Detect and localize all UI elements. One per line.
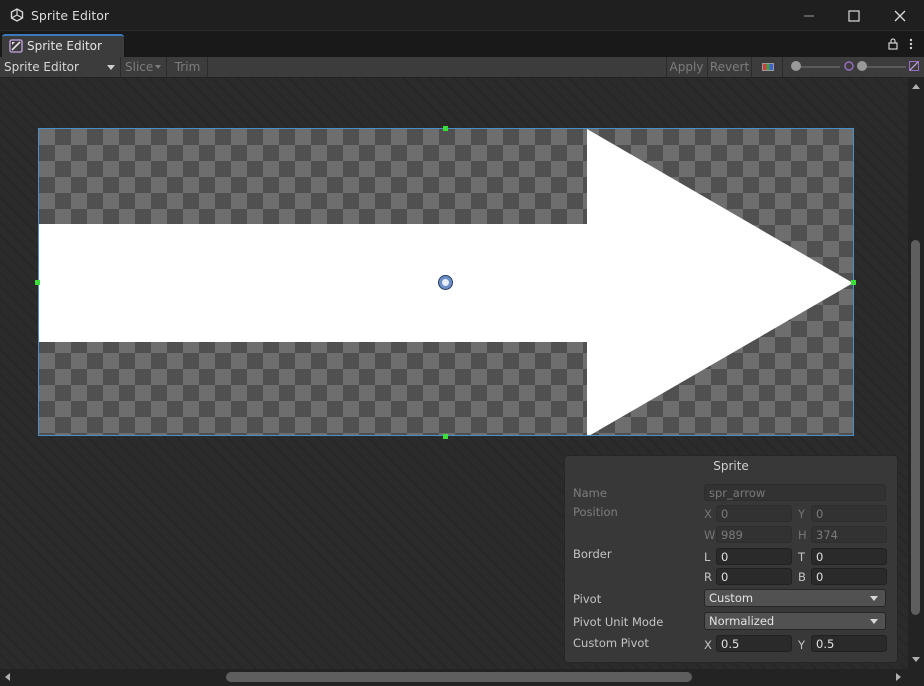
chevron-down-icon bbox=[155, 65, 161, 69]
revert-button[interactable]: Revert bbox=[707, 57, 752, 77]
name-label: Name bbox=[573, 486, 607, 500]
pivot-value: Custom bbox=[709, 591, 754, 605]
tab-sprite-editor[interactable]: Sprite Editor bbox=[2, 34, 124, 57]
left-handle[interactable] bbox=[35, 280, 40, 285]
pivot-unit-mode-value: Normalized bbox=[709, 614, 775, 628]
more-options-icon[interactable] bbox=[908, 38, 914, 50]
chevron-down-icon bbox=[870, 596, 878, 601]
pivot-unit-mode-label: Pivot Unit Mode bbox=[573, 615, 664, 629]
vertical-scroll-thumb[interactable] bbox=[911, 240, 920, 615]
pivot-unit-mode-dropdown[interactable]: Normalized bbox=[704, 612, 886, 630]
border-b-label: B bbox=[798, 570, 806, 584]
border-t-field[interactable]: 0 bbox=[811, 548, 887, 565]
position-y-field[interactable]: 0 bbox=[811, 505, 887, 522]
scroll-right-icon[interactable] bbox=[896, 673, 901, 681]
border-r-label: R bbox=[704, 570, 712, 584]
window-title: Sprite Editor bbox=[31, 8, 110, 23]
minimize-icon bbox=[804, 15, 814, 17]
maximize-button[interactable] bbox=[831, 0, 877, 31]
height-label: H bbox=[798, 528, 807, 542]
vertical-scrollbar[interactable] bbox=[908, 78, 924, 669]
right-handle[interactable] bbox=[851, 280, 856, 285]
custom-pivot-label: Custom Pivot bbox=[573, 636, 649, 650]
mip-slider-handle[interactable] bbox=[857, 61, 867, 71]
chevron-down-icon bbox=[870, 619, 878, 624]
lock-icon[interactable] bbox=[888, 38, 898, 50]
position-x-field[interactable]: 0 bbox=[716, 505, 792, 522]
border-label: Border bbox=[573, 547, 612, 561]
horizontal-scroll-thumb[interactable] bbox=[226, 672, 692, 682]
pivot-dropdown[interactable]: Custom bbox=[704, 589, 886, 607]
border-l-label: L bbox=[704, 550, 711, 564]
close-button[interactable] bbox=[877, 0, 923, 31]
position-x-label: X bbox=[704, 507, 712, 521]
sprite-inspector-panel: Sprite Name spr_arrow Position X 0 Y 0 W… bbox=[564, 455, 898, 663]
position-label: Position bbox=[573, 505, 618, 519]
custom-pivot-y-field[interactable]: 0.5 bbox=[811, 635, 887, 652]
scroll-up-icon[interactable] bbox=[912, 84, 920, 89]
pivot-handle[interactable] bbox=[439, 276, 452, 289]
name-field[interactable]: spr_arrow bbox=[704, 484, 886, 501]
top-handle[interactable] bbox=[443, 126, 448, 131]
editor-mode-dropdown[interactable]: Sprite Editor bbox=[0, 57, 121, 77]
width-label: W bbox=[704, 528, 716, 542]
custom-pivot-y-label: Y bbox=[798, 638, 806, 652]
tab-label: Sprite Editor bbox=[27, 39, 102, 53]
apply-button[interactable]: Apply bbox=[666, 57, 706, 77]
chevron-down-icon bbox=[107, 65, 115, 70]
bottom-handle[interactable] bbox=[443, 434, 448, 439]
border-l-field[interactable]: 0 bbox=[716, 548, 792, 565]
border-t-label: T bbox=[798, 550, 806, 564]
color-channel-toggle[interactable] bbox=[753, 57, 783, 77]
pivot-label: Pivot bbox=[573, 592, 602, 606]
panel-title: Sprite bbox=[713, 459, 749, 473]
custom-pivot-x-label: X bbox=[704, 638, 712, 652]
maximize-icon bbox=[848, 10, 860, 22]
horizontal-scrollbar[interactable] bbox=[0, 669, 924, 686]
scroll-left-icon[interactable] bbox=[5, 673, 10, 681]
sprite-editor-icon bbox=[9, 39, 23, 53]
editor-mode-label: Sprite Editor bbox=[4, 60, 79, 74]
border-r-field[interactable]: 0 bbox=[716, 568, 792, 585]
slice-label: Slice bbox=[125, 60, 154, 74]
border-b-field[interactable]: 0 bbox=[811, 568, 887, 585]
height-field[interactable]: 374 bbox=[811, 526, 887, 543]
trim-button[interactable]: Trim bbox=[168, 57, 208, 77]
custom-pivot-x-field[interactable]: 0.5 bbox=[716, 635, 792, 652]
slice-dropdown[interactable]: Slice bbox=[122, 57, 167, 77]
alpha-toggle-icon[interactable] bbox=[909, 61, 919, 71]
toolbar: Sprite Editor Slice Trim Apply Revert bbox=[0, 57, 924, 78]
scroll-down-icon[interactable] bbox=[912, 657, 920, 662]
width-field[interactable]: 989 bbox=[716, 526, 792, 543]
zoom-slider-track[interactable] bbox=[796, 66, 840, 68]
rgb-channel-icon bbox=[762, 63, 774, 71]
zoom-slider-handle[interactable] bbox=[791, 61, 801, 71]
unity-logo-icon bbox=[10, 8, 24, 22]
title-bar: Sprite Editor bbox=[0, 0, 924, 31]
mipmap-icon bbox=[844, 61, 854, 71]
position-y-label: Y bbox=[798, 507, 806, 521]
minimize-button[interactable] bbox=[786, 0, 832, 31]
close-icon bbox=[894, 10, 906, 22]
tab-strip: Sprite Editor bbox=[0, 31, 924, 57]
